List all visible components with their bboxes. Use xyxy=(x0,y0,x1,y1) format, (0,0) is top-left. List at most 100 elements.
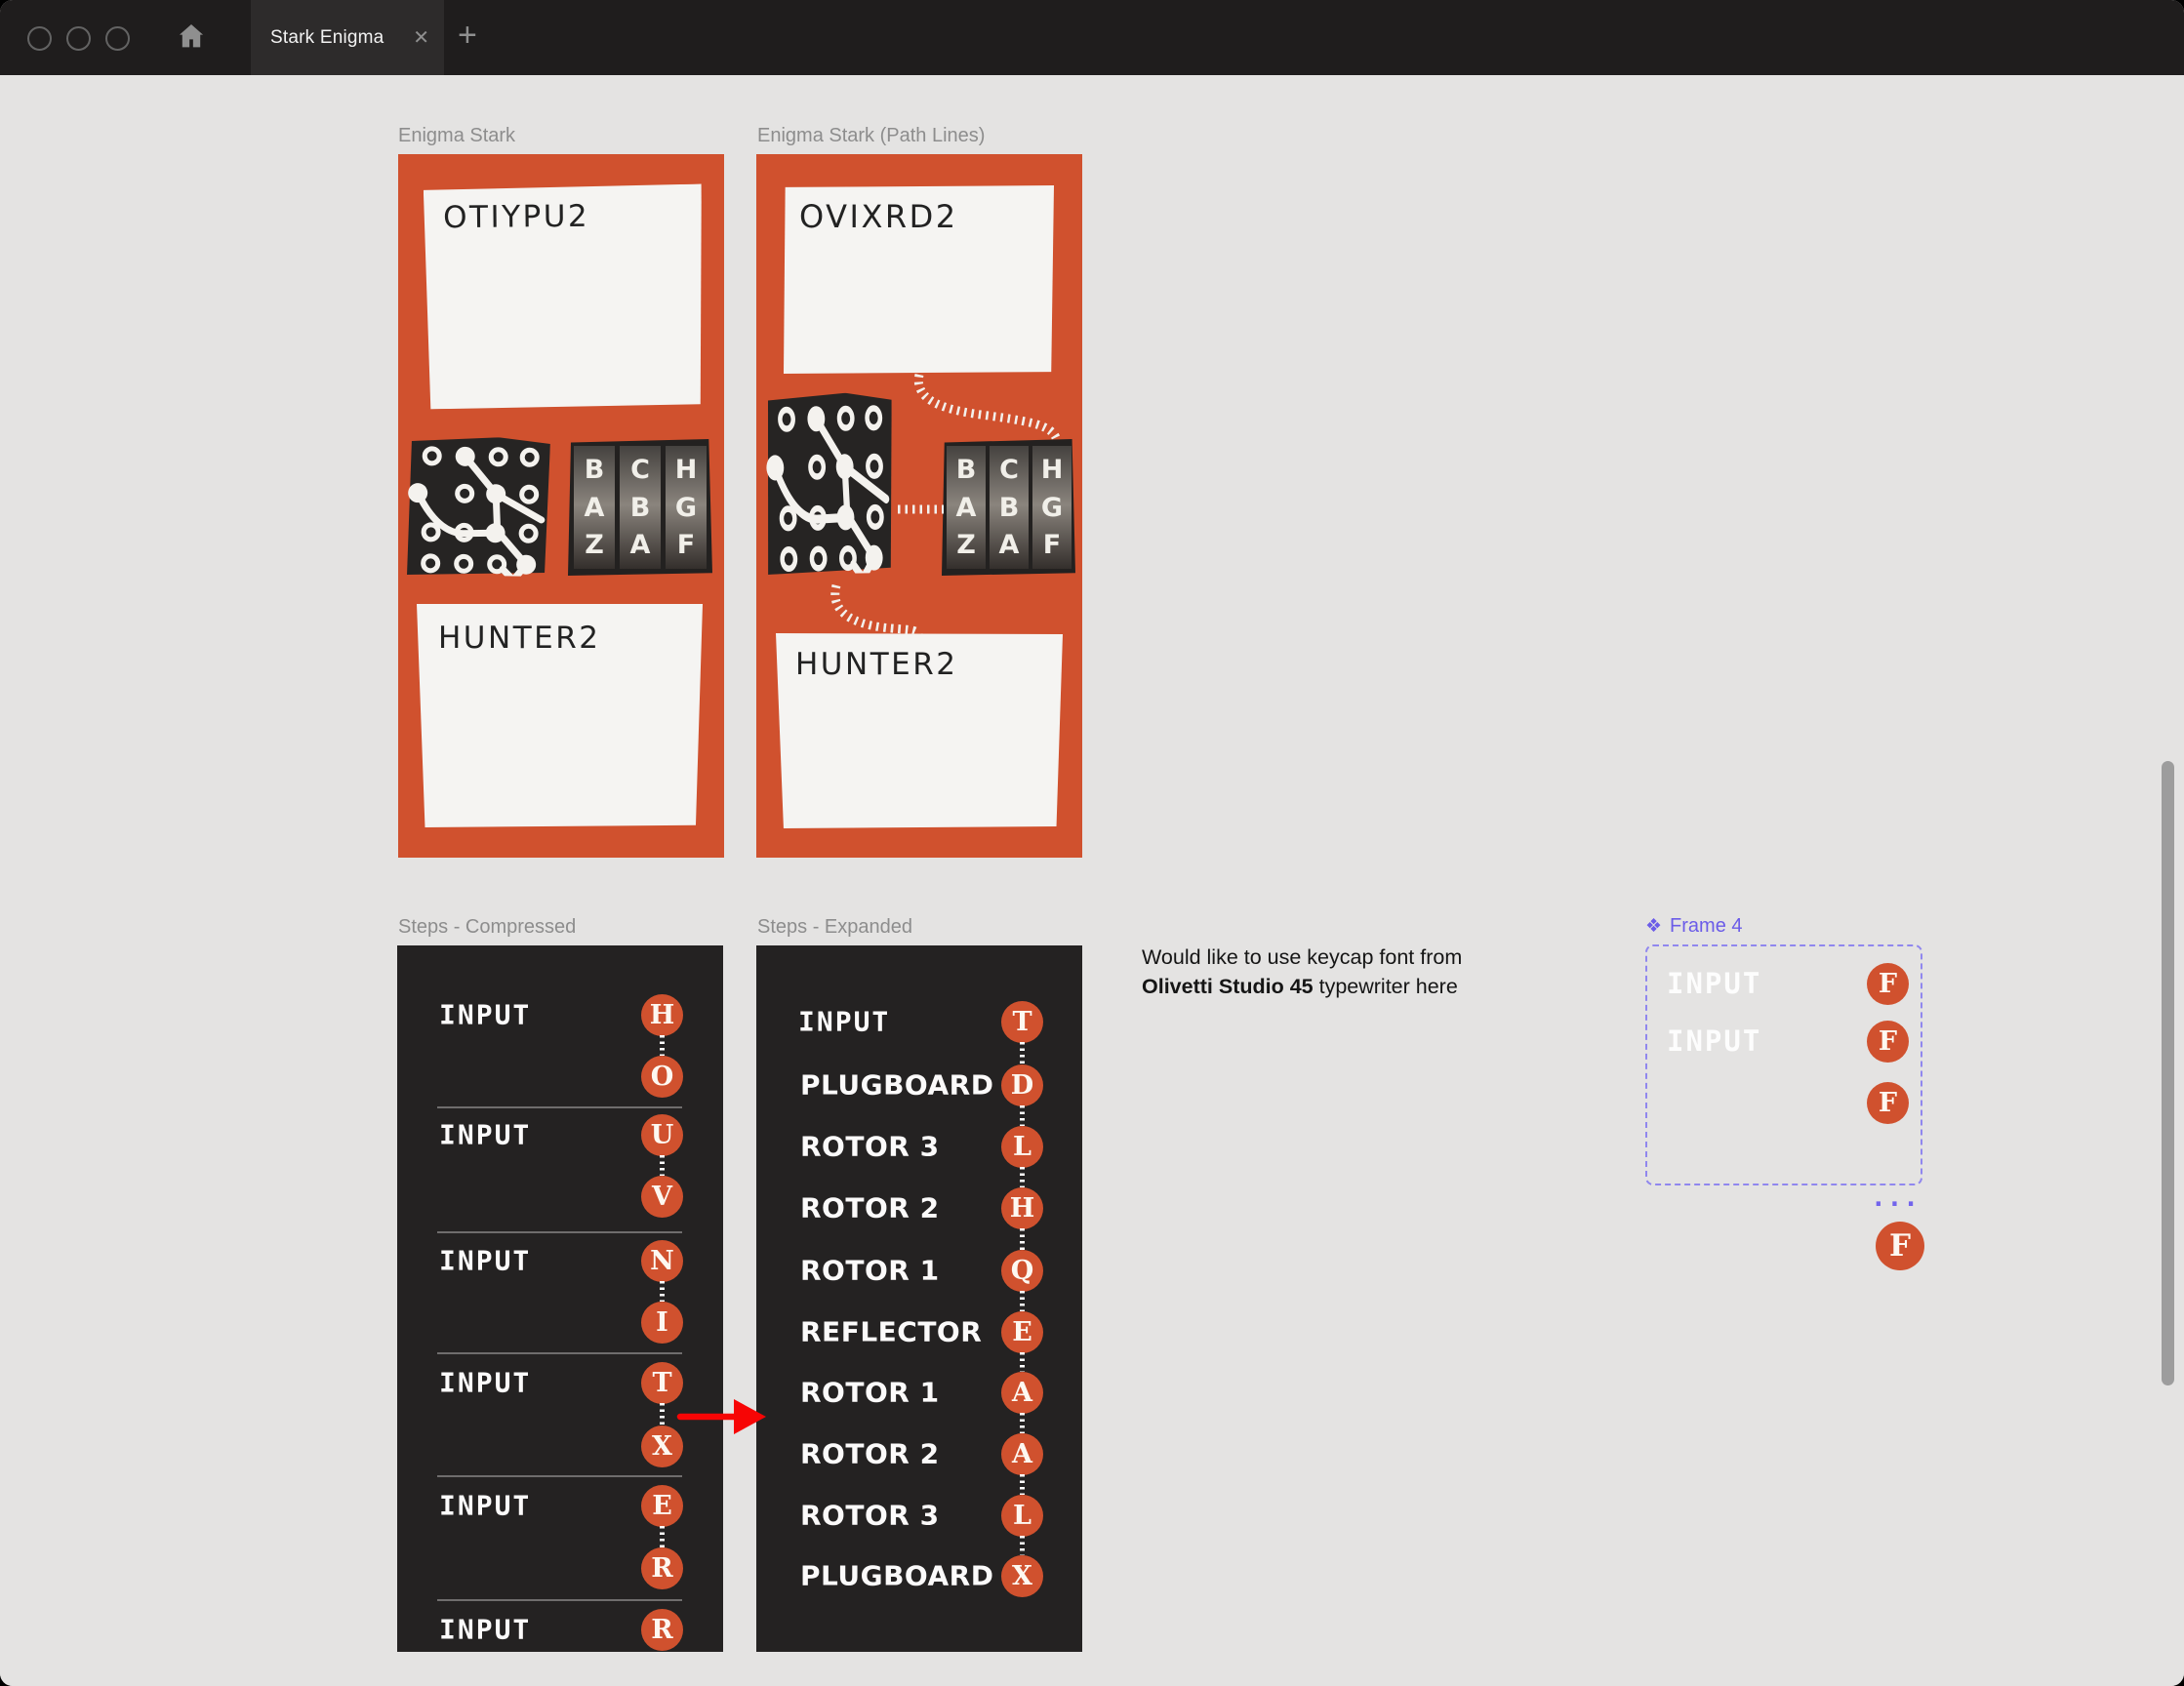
keycap-letter: V xyxy=(641,1176,683,1218)
traffic-light-close[interactable] xyxy=(27,26,52,51)
design-canvas[interactable]: Enigma Stark Enigma Stark (Path Lines) S… xyxy=(0,75,2184,1686)
rotor-letter: B xyxy=(955,455,977,486)
keycap-letter: U xyxy=(641,1114,683,1156)
output-paper: OVIXRD2 xyxy=(784,185,1054,374)
keycap-connector xyxy=(1019,1413,1025,1433)
rotor-strip-3: H G F xyxy=(666,446,707,569)
step-label: ROTOR 3 xyxy=(800,1499,940,1532)
frame-label-enigma-path-lines[interactable]: Enigma Stark (Path Lines) xyxy=(757,125,985,147)
keycap-connector xyxy=(659,1403,665,1425)
frame4-selection-outline[interactable]: INPUT F INPUT F F xyxy=(1645,944,1922,1185)
frame4-header[interactable]: ❖ Frame 4 xyxy=(1645,915,1743,938)
keycap-connector xyxy=(659,1035,665,1056)
floating-keycap[interactable]: F xyxy=(1876,1222,1924,1270)
plugboard-panel xyxy=(763,392,895,575)
rotor-letter: B xyxy=(998,492,1020,523)
new-tab-button[interactable]: + xyxy=(458,17,477,55)
rotor-strip-3: H G F xyxy=(1032,446,1072,569)
app-window: Stark Enigma ✕ + Enigma Stark Enigma Sta… xyxy=(0,0,2184,1686)
keycap-letter: N xyxy=(641,1240,683,1282)
rotor-letter: B xyxy=(584,455,605,486)
row-divider xyxy=(437,1231,682,1233)
frame-steps-compressed[interactable]: INPUT H O INPUT U V INPUT N I INPUT T X … xyxy=(397,945,723,1652)
rotor-letter: G xyxy=(674,492,698,523)
step-label: ROTOR 1 xyxy=(800,1254,940,1287)
traffic-light-zoom[interactable] xyxy=(105,26,130,51)
tab-close-icon[interactable]: ✕ xyxy=(413,28,429,48)
keycap-letter: E xyxy=(641,1485,683,1527)
row-divider xyxy=(437,1475,682,1477)
keycap-letter: R xyxy=(641,1547,683,1589)
rotor-strip-1: B A Z xyxy=(947,446,986,569)
input-paper-text: HUNTER2 xyxy=(795,647,958,682)
step-label: ROTOR 3 xyxy=(800,1130,940,1163)
keycap-connector xyxy=(659,1281,665,1302)
keycap-letter: E xyxy=(1001,1311,1043,1353)
keycap-connector xyxy=(1019,1042,1025,1064)
rotor-letter: Z xyxy=(585,529,604,560)
keycap-connector xyxy=(1019,1536,1025,1555)
rotor-letter: H xyxy=(1040,455,1064,486)
keycap-letter: Q xyxy=(1001,1250,1043,1292)
home-button[interactable] xyxy=(173,20,210,57)
row-divider xyxy=(437,1352,682,1354)
step-label: INPUT xyxy=(1667,1024,1762,1058)
tab-stark-enigma[interactable]: Stark Enigma ✕ xyxy=(251,0,444,75)
frame-label-enigma-stark[interactable]: Enigma Stark xyxy=(398,125,515,147)
editing-ellipsis: ... xyxy=(1871,1184,1920,1213)
rotor-panel: B A Z C B A H G F xyxy=(568,439,712,576)
keycap-connector xyxy=(1019,1228,1025,1250)
frame-enigma-stark-path-lines[interactable]: OVIXRD2 B A Z C B A H G F HUNTER2 xyxy=(756,154,1082,858)
rotor-letter: Z xyxy=(956,529,976,560)
keycap-connector xyxy=(659,1526,665,1547)
rotor-panel: B A Z C B A H G F xyxy=(942,439,1075,576)
step-label: INPUT xyxy=(439,1489,532,1522)
keycap-letter: A xyxy=(1001,1433,1043,1475)
vertical-scrollbar[interactable] xyxy=(2162,761,2174,1385)
keycap-letter: X xyxy=(1001,1555,1043,1597)
arrow-right-icon xyxy=(676,1399,766,1434)
step-label: INPUT xyxy=(1667,967,1762,1000)
frame-label-steps-compressed[interactable]: Steps - Compressed xyxy=(398,916,576,939)
frame4-title[interactable]: Frame 4 xyxy=(1670,915,1742,938)
component-icon: ❖ xyxy=(1645,916,1663,937)
rotor-letter: G xyxy=(1040,492,1064,523)
frame-label-steps-expanded[interactable]: Steps - Expanded xyxy=(757,916,912,939)
rotor-letter: C xyxy=(999,455,1019,486)
keycap-connector xyxy=(1019,1352,1025,1372)
input-paper: HUNTER2 xyxy=(417,604,703,827)
keycap-letter: L xyxy=(1001,1126,1043,1168)
step-label: INPUT xyxy=(798,1005,891,1038)
rotor-letter: F xyxy=(1042,529,1062,560)
keycap-letter: F xyxy=(1867,963,1909,1005)
step-label: INPUT xyxy=(439,1613,532,1646)
keycap-connector xyxy=(1019,1474,1025,1495)
traffic-light-minimize[interactable] xyxy=(66,26,91,51)
input-paper-text: HUNTER2 xyxy=(438,621,601,656)
rotor-letter: F xyxy=(676,529,696,560)
rotor-letter: C xyxy=(630,455,650,486)
keycap-letter: R xyxy=(641,1609,683,1651)
rotor-letter: A xyxy=(629,529,651,560)
tab-title: Stark Enigma xyxy=(270,26,384,48)
keycap-letter: F xyxy=(1867,1082,1909,1124)
row-divider xyxy=(437,1106,682,1108)
row-divider xyxy=(437,1599,682,1601)
step-label: REFLECTOR xyxy=(800,1315,983,1348)
keycap-letter: A xyxy=(1001,1372,1043,1414)
keycap-connector xyxy=(1019,1167,1025,1187)
output-paper: OTIYPU2 xyxy=(424,184,704,410)
rotor-letter: H xyxy=(674,455,698,486)
rotor-strip-1: B A Z xyxy=(574,446,615,569)
rotor-strip-2: C B A xyxy=(990,446,1029,569)
frame-steps-expanded[interactable]: INPUT T PLUGBOARD D ROTOR 3 L ROTOR 2 H … xyxy=(756,945,1082,1652)
rotor-letter: A xyxy=(998,529,1020,560)
keycap-letter: O xyxy=(641,1056,683,1098)
output-paper-text: OTIYPU2 xyxy=(442,198,590,236)
input-paper: HUNTER2 xyxy=(776,633,1063,828)
frame-enigma-stark[interactable]: OTIYPU2 B A Z C B A H G F HUNTER2 xyxy=(398,154,724,858)
note-typewriter-name: Olivetti Studio 45 xyxy=(1142,975,1314,998)
keycap-letter: L xyxy=(1001,1495,1043,1537)
plugboard-panel xyxy=(404,436,550,577)
keycap-letter: H xyxy=(1001,1187,1043,1229)
